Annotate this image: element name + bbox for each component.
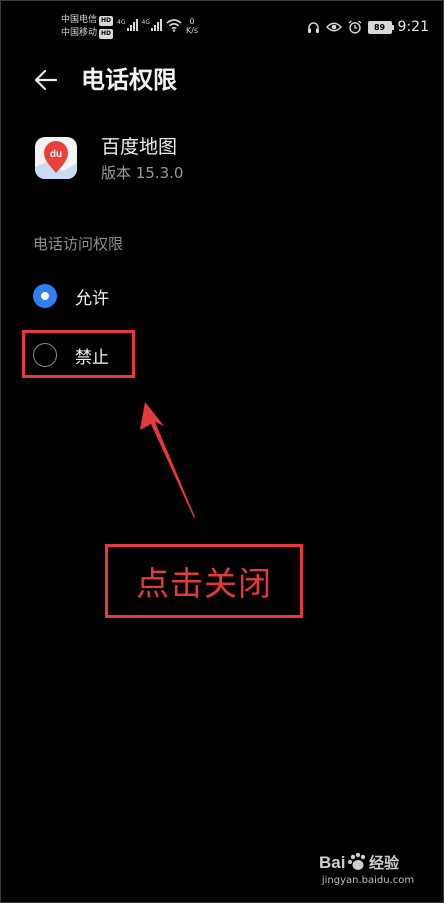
network-type: 4G <box>141 19 150 26</box>
speed-value: 0 <box>189 17 195 26</box>
option-allow[interactable]: 允许 <box>33 281 109 311</box>
network-type: 4G <box>117 19 126 26</box>
battery-icon: 89 <box>367 20 394 34</box>
map-pin-icon: du <box>35 141 77 179</box>
baidu-jingyan-logo: Bai 经验 <box>319 851 417 873</box>
hd-badge: HD <box>99 28 114 39</box>
baidu-watermark: Bai 经验 jingyan.baidu.com <box>319 851 417 886</box>
section-label: 电话访问权限 <box>33 235 124 253</box>
status-bar-left: 中国电信 HD 中国移动 HD 4G 4G 0 K/s <box>61 15 198 39</box>
eye-icon <box>325 22 342 32</box>
carrier-name: 中国电信 <box>61 15 98 25</box>
phone-screen: 中国电信 HD 中国移动 HD 4G 4G 0 K/s 89 9:21 电话权限… <box>0 0 444 903</box>
watermark-url: jingyan.baidu.com <box>321 875 415 886</box>
svg-text:经验: 经验 <box>369 854 400 872</box>
carrier-name: 中国移动 <box>61 28 98 38</box>
option-allow-label: 允许 <box>75 288 109 309</box>
app-version: 版本 15.3.0 <box>101 164 184 182</box>
app-icon-text: du <box>50 149 62 160</box>
highlight-box <box>22 330 135 378</box>
carrier-row-1: 中国电信 HD <box>61 15 114 26</box>
back-arrow-icon <box>34 69 58 91</box>
baidu-paw-icon: Bai 经验 <box>319 852 400 872</box>
app-icon: du <box>35 137 77 179</box>
carrier-row-2: 中国移动 HD <box>61 28 114 39</box>
headphones-icon <box>307 21 319 33</box>
callout-text: 点击关闭 <box>136 564 272 603</box>
alarm-icon <box>348 20 361 34</box>
back-button[interactable] <box>31 65 61 95</box>
signal-2-icon: 4G <box>142 19 162 31</box>
svg-text:Bai: Bai <box>319 853 345 872</box>
hd-badge: HD <box>99 15 114 26</box>
wifi-icon <box>166 19 182 32</box>
battery-level: 89 <box>373 22 386 32</box>
page-title: 电话权限 <box>81 66 177 94</box>
signal-1-icon: 4G <box>117 19 138 31</box>
app-name: 百度地图 <box>101 136 178 158</box>
speed-unit: K/s <box>185 26 199 35</box>
red-arrow-icon <box>140 402 195 518</box>
callout-box: 点击关闭 <box>105 544 303 618</box>
carrier-list: 中国电信 HD 中国移动 HD <box>61 15 114 39</box>
status-bar-right: 89 9:21 <box>307 19 429 35</box>
status-time: 9:21 <box>397 19 429 35</box>
radio-checked-icon[interactable] <box>33 284 57 308</box>
network-speed: 0 K/s <box>186 17 198 35</box>
